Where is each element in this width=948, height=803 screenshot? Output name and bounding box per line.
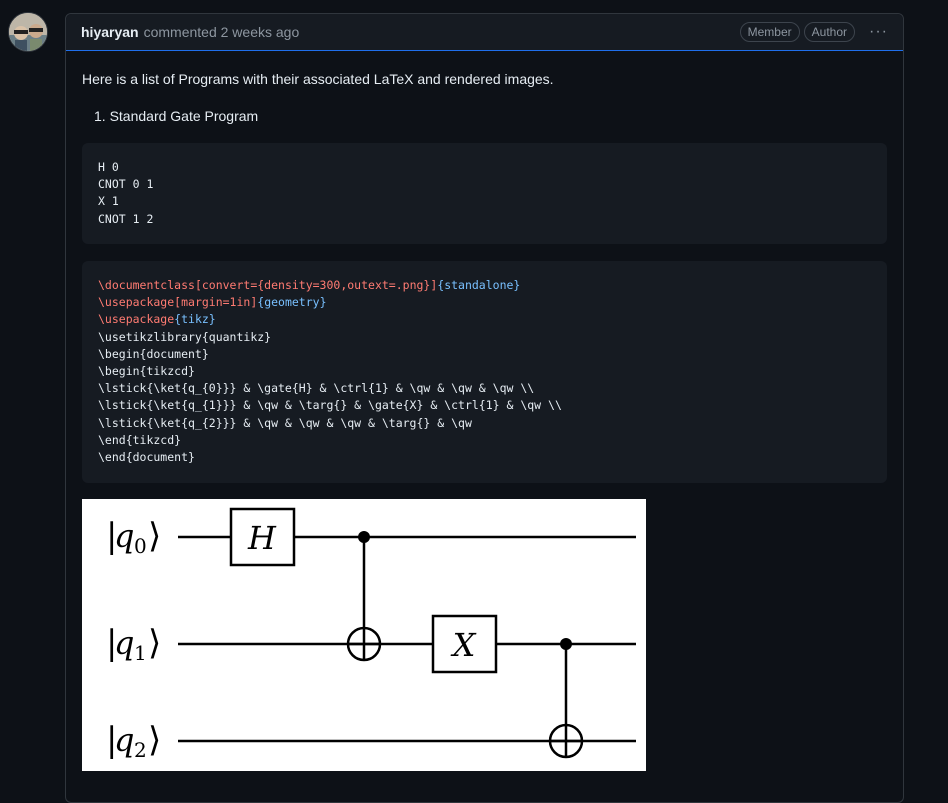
avatar[interactable]: [8, 12, 48, 52]
svg-text:q: q: [114, 517, 134, 555]
cnot-0-1: [346, 531, 382, 662]
svg-text:2: 2: [134, 738, 147, 762]
code-line: CNOT 0 1: [98, 177, 154, 192]
code-line: \usepackage{tikz}: [98, 312, 216, 327]
member-badge: Member: [739, 22, 800, 42]
svg-text:0: 0: [134, 534, 147, 558]
latex-code-block: \documentclass[convert={density=300,oute…: [82, 261, 887, 483]
list-item: 1. Standard Gate Program: [94, 108, 259, 124]
svg-text:q: q: [114, 624, 134, 662]
avatar-image: [9, 13, 47, 51]
code-line: \lstick{\ket{q_{2}}} & \qw & \qw & \qw &…: [98, 415, 472, 430]
author-link[interactable]: hiyaryan: [81, 24, 139, 40]
code-line: \end{tikzcd}: [98, 432, 182, 447]
code-line: \documentclass[convert={density=300,oute…: [98, 278, 521, 292]
qubit-label-q0: | q 0 ⟩: [106, 516, 161, 558]
qubit-label-q2: | q 2 ⟩: [106, 720, 161, 762]
badge-group: Member Author ···: [739, 22, 888, 42]
quantum-circuit-diagram: | q 0 ⟩ | q 1 ⟩ | q 2 ⟩ H X: [106, 507, 636, 762]
svg-text:⟩: ⟩: [148, 720, 161, 760]
cnot-1-2: [548, 638, 584, 759]
code-line: \end{document}: [98, 450, 195, 465]
code-line: \lstick{\ket{q_{0}}} & \gate{H} & \ctrl{…: [98, 381, 535, 396]
svg-text:1: 1: [134, 641, 147, 665]
code-line: \begin{tikzcd}: [98, 364, 195, 379]
code-line: H 0: [98, 160, 119, 174]
circuit-image: | q 0 ⟩ | q 1 ⟩ | q 2 ⟩ H X: [82, 499, 646, 771]
code-line: X 1: [98, 194, 119, 209]
comment-body: Here is a list of Programs with their as…: [66, 51, 903, 787]
svg-text:⟩: ⟩: [148, 623, 161, 663]
program-code-block: H 0 CNOT 0 1 X 1 CNOT 1 2: [82, 143, 887, 244]
author-badge: Author: [803, 22, 856, 42]
kebab-horizontal-icon[interactable]: ···: [869, 24, 888, 40]
intro-text: Here is a list of Programs with their as…: [82, 71, 554, 87]
svg-text:H: H: [247, 519, 277, 557]
comment-header: hiyaryan commented 2 weeks ago Member Au…: [66, 14, 903, 51]
comment-timestamp[interactable]: commented 2 weeks ago: [144, 24, 300, 40]
svg-text:q: q: [114, 721, 134, 759]
code-line: CNOT 1 2: [98, 211, 154, 226]
code-line: \usetikzlibrary{quantikz}: [98, 329, 272, 344]
svg-text:⟩: ⟩: [148, 516, 161, 556]
comment-box: hiyaryan commented 2 weeks ago Member Au…: [65, 13, 904, 803]
code-line: \usepackage[margin=1in]{geometry}: [98, 295, 327, 310]
gate-x: X: [431, 614, 498, 674]
svg-text:X: X: [450, 626, 477, 664]
gate-h: H: [229, 507, 296, 567]
qubit-label-q1: | q 1 ⟩: [106, 623, 161, 665]
code-line: \lstick{\ket{q_{1}}} & \qw & \targ{} & \…: [98, 398, 562, 413]
code-line: \begin{document}: [98, 346, 209, 361]
